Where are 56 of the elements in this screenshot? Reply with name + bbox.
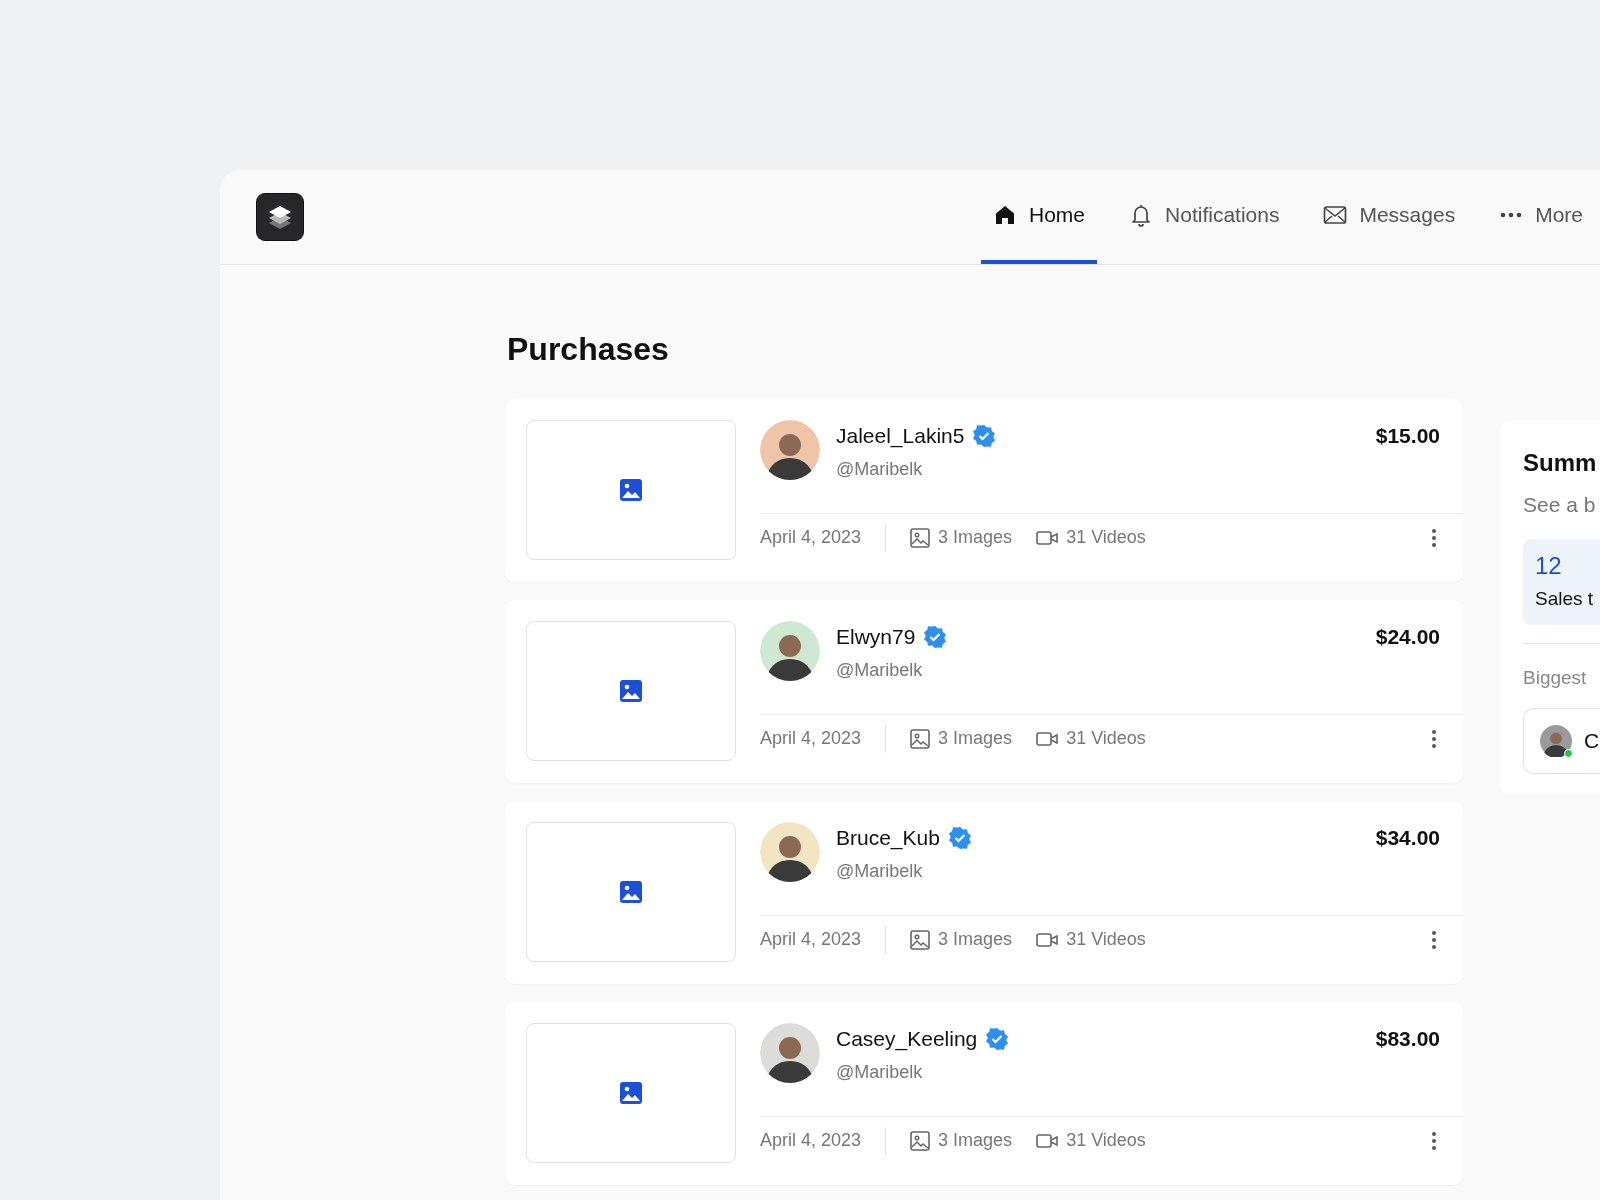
price: $83.00 xyxy=(1375,1026,1440,1052)
video-count: 31 Videos xyxy=(1066,727,1146,750)
seller-name: C xyxy=(1584,728,1600,755)
more-options-button[interactable] xyxy=(1431,929,1437,950)
user-handle: @Maribelk xyxy=(836,658,924,682)
image-count: 3 Images xyxy=(938,928,1013,951)
purchase-date: April 4, 2023 xyxy=(760,1129,862,1152)
panel-title: Summ xyxy=(1523,448,1598,478)
envelope-icon xyxy=(1323,205,1348,225)
image-icon xyxy=(620,680,642,702)
more-options-button[interactable] xyxy=(1431,527,1437,548)
more-options-button[interactable] xyxy=(1431,1130,1437,1151)
user-handle: @Maribelk xyxy=(836,1060,924,1084)
image-count: 3 Images xyxy=(938,1129,1013,1152)
home-icon xyxy=(993,203,1017,227)
price: $15.00 xyxy=(1375,423,1440,449)
stat-label: Sales t xyxy=(1535,586,1595,611)
purchase-date: April 4, 2023 xyxy=(760,727,862,750)
image-icon xyxy=(620,1082,642,1104)
purchase-date: April 4, 2023 xyxy=(760,526,862,549)
username: Elwyn79 xyxy=(836,624,916,650)
panel-subtitle: See a b xyxy=(1523,492,1597,518)
picture-icon xyxy=(910,1130,931,1151)
section-label: Biggest xyxy=(1523,665,1588,690)
nav-tab[interactable]: Messages xyxy=(1311,170,1468,264)
picture-icon xyxy=(910,929,931,950)
avatar xyxy=(1540,725,1572,757)
stat-value: 12 xyxy=(1535,552,1563,579)
price: $34.00 xyxy=(1375,825,1440,851)
image-count: 3 Images xyxy=(938,727,1013,750)
image-icon xyxy=(620,881,642,903)
video-count: 31 Videos xyxy=(1066,928,1146,951)
nav-tab[interactable]: Home xyxy=(981,170,1098,264)
image-icon xyxy=(620,479,642,501)
more-icon xyxy=(1499,211,1524,219)
username: Casey_Keeling xyxy=(836,1026,978,1053)
user-handle: @Maribelk xyxy=(836,859,924,883)
video-camera-icon xyxy=(1036,1132,1059,1149)
app-logo[interactable] xyxy=(256,193,304,241)
picture-icon xyxy=(910,728,931,749)
purchase-date: April 4, 2023 xyxy=(760,928,862,951)
user-handle: @Maribelk xyxy=(836,457,924,481)
nav-tab[interactable]: Notifications xyxy=(1117,170,1292,264)
nav-tab[interactable]: More xyxy=(1487,170,1595,264)
picture-icon xyxy=(910,527,931,548)
more-options-button[interactable] xyxy=(1431,728,1437,749)
page-title: Purchases xyxy=(507,330,670,369)
video-count: 31 Videos xyxy=(1066,1129,1146,1152)
price: $24.00 xyxy=(1375,624,1440,650)
video-camera-icon xyxy=(1036,529,1059,546)
video-camera-icon xyxy=(1036,730,1059,747)
username: Jaleel_Lakin5 xyxy=(836,423,965,450)
username: Bruce_Kub xyxy=(836,825,940,852)
video-camera-icon xyxy=(1036,931,1059,948)
video-count: 31 Videos xyxy=(1066,526,1146,549)
image-count: 3 Images xyxy=(938,526,1013,549)
